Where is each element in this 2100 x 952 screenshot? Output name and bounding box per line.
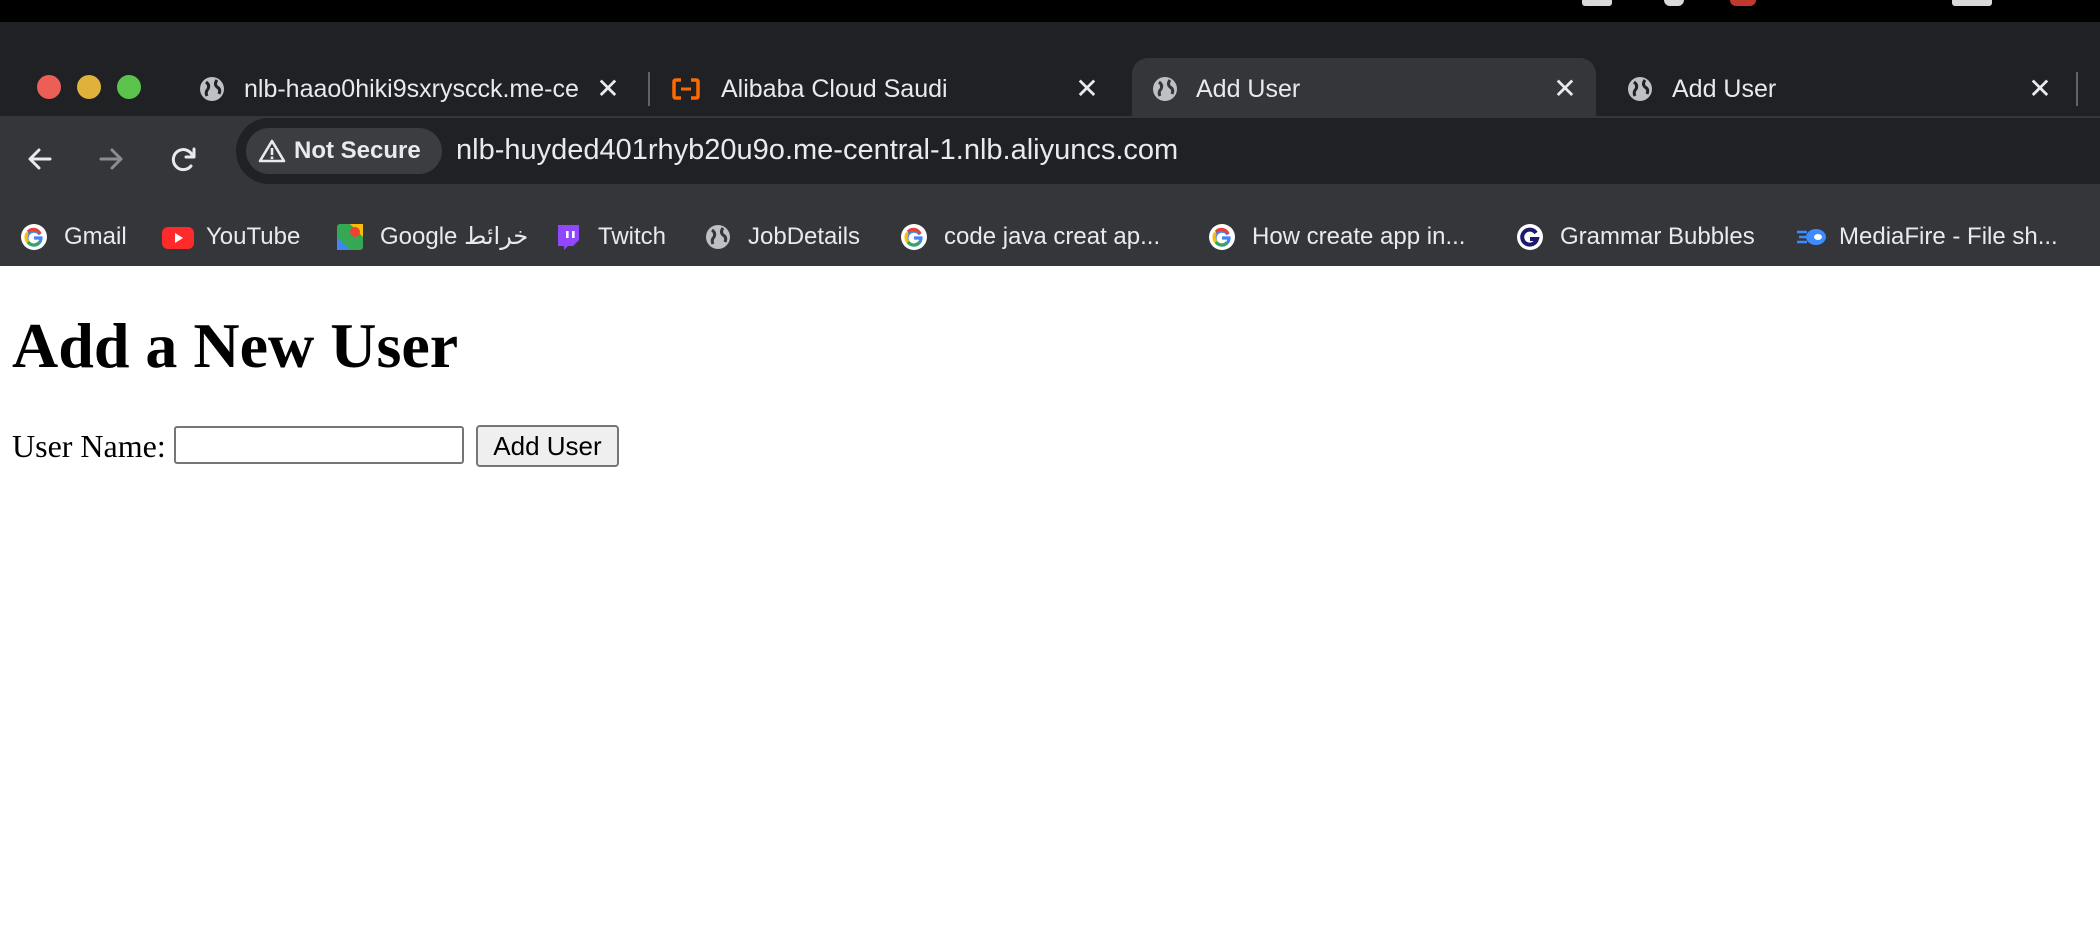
browser-tab[interactable]: nlb-haao0hiki9sxryscck.me-central-1.nlb.… [197, 58, 627, 124]
globe-icon [200, 77, 224, 101]
security-label: Not Secure [294, 137, 421, 164]
arrow-right-icon [99, 148, 123, 170]
menubar-status-icon [1730, 0, 1756, 6]
bookmark-label: YouTube [206, 223, 301, 250]
bookmark-label: Gmail [64, 223, 127, 250]
youtube-icon [162, 227, 194, 249]
macos-menubar [0, 0, 2100, 22]
web-page: Add a New User User Name: Add User [0, 266, 2100, 952]
menubar-status-icon [1952, 0, 1992, 6]
fullscreen-window-button[interactable] [117, 75, 141, 99]
close-tab-icon[interactable]: ✕ [1550, 72, 1580, 106]
bookmark-label: How create app in... [1252, 223, 1466, 250]
bookmark-label: Grammar Bubbles [1560, 223, 1755, 250]
grammar-bubbles-icon [1517, 224, 1543, 250]
tab-separator [2076, 72, 2078, 106]
tab-title: Alibaba Cloud Saudi [721, 75, 948, 103]
minimize-window-button[interactable] [77, 75, 101, 99]
menubar-status-icon [1664, 0, 1684, 6]
google-icon [21, 224, 47, 250]
tab-title: Add User [1196, 75, 1301, 103]
bookmark-label: JobDetails [748, 223, 861, 250]
reload-icon [171, 147, 196, 172]
bookmark-label: code java creat ap... [944, 223, 1161, 250]
tab-title: nlb-haao0hiki9sxryscck.me-central-1.nlb.… [244, 75, 578, 103]
globe-icon [706, 225, 730, 249]
close-tab-icon[interactable]: ✕ [593, 72, 623, 106]
browser-chrome: nlb-haao0hiki9sxryscck.me-central-1.nlb.… [0, 0, 2100, 266]
bookmark-label: Twitch [598, 223, 667, 250]
close-tab-icon[interactable]: ✕ [1072, 72, 1102, 106]
bookmark-label: MediaFire - File sh... [1839, 223, 2058, 250]
security-indicator[interactable]: Not Secure [246, 128, 442, 174]
close-window-button[interactable] [37, 75, 61, 99]
user-name-label: User Name: [12, 428, 166, 464]
menubar-status-icon [1582, 0, 1612, 6]
user-name-input[interactable] [174, 426, 464, 464]
back-button[interactable] [17, 136, 63, 182]
mediafire-icon [1797, 229, 1826, 245]
google-maps-icon [337, 224, 363, 250]
alibaba-cloud-icon [672, 78, 700, 100]
bookmarks-bar: Gmail YouTube Google خرائط Twitch JobDet… [0, 202, 2100, 266]
google-icon [901, 224, 927, 250]
tab-strip: nlb-haao0hiki9sxryscck.me-central-1.nlb.… [0, 22, 2100, 138]
url-text[interactable]: nlb-huyded401rhyb20u9o.me-central-1.nlb.… [456, 130, 1178, 170]
globe-icon [1628, 77, 1652, 101]
google-icon [1209, 224, 1235, 250]
browser-tab[interactable]: Alibaba Cloud Saudi ✕ [671, 58, 1103, 124]
bookmark-label: Google خرائط [380, 223, 529, 250]
tab-separator [648, 72, 650, 106]
browser-tab[interactable]: Add User ✕ [1625, 58, 2065, 124]
add-user-button[interactable]: Add User [476, 425, 619, 467]
globe-icon [1153, 77, 1177, 101]
tab-title: Add User [1672, 75, 1777, 103]
warning-icon [258, 139, 286, 163]
forward-button[interactable] [88, 136, 134, 182]
close-tab-icon[interactable]: ✕ [2025, 72, 2055, 106]
arrow-left-icon [28, 148, 52, 170]
reload-button[interactable] [161, 136, 207, 182]
page-title: Add a New User [12, 310, 459, 381]
twitch-icon [558, 225, 579, 250]
